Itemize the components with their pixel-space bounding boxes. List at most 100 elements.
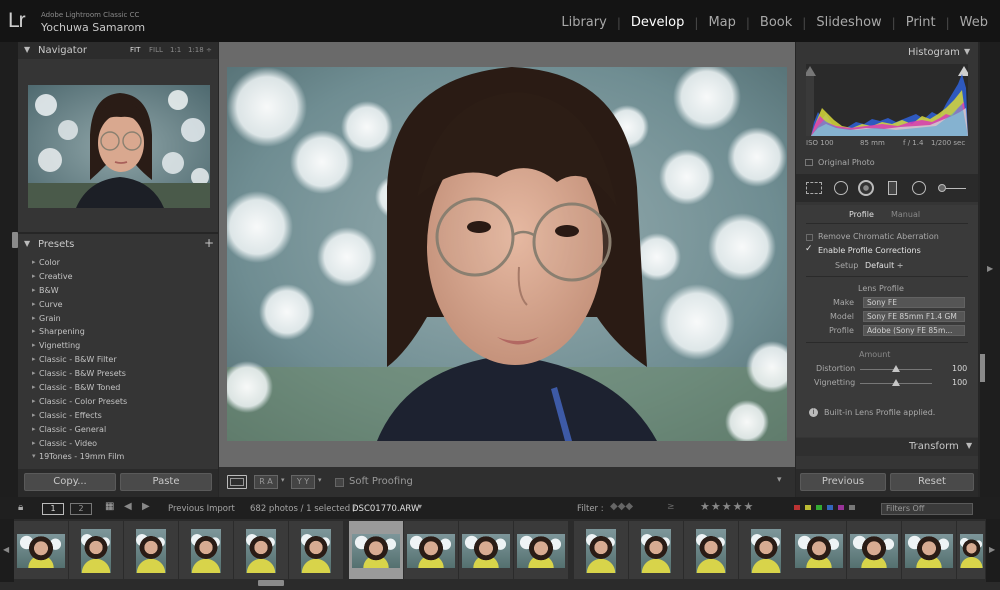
crop-overlay-icon[interactable]: [806, 182, 822, 194]
histogram-display[interactable]: [804, 64, 970, 136]
red-eye-icon[interactable]: [858, 180, 874, 196]
dropdown-arrow-icon[interactable]: ▾: [318, 476, 322, 484]
collapse-triangle-icon[interactable]: ▼: [24, 45, 30, 54]
preset-folder[interactable]: Classic - B&W Filter: [22, 353, 215, 367]
filmstrip-thumbnail[interactable]: [684, 521, 738, 579]
preset-folder[interactable]: B&W: [22, 284, 215, 298]
module-slideshow[interactable]: Slideshow: [806, 15, 891, 30]
preset-folder[interactable]: Classic - General: [22, 423, 215, 437]
filmstrip-thumbnail[interactable]: [179, 521, 233, 579]
filmstrip-thumbnail[interactable]: [574, 521, 628, 579]
lock-icon[interactable]: 🔒︎: [18, 502, 23, 513]
preset-folder[interactable]: Creative: [22, 270, 215, 284]
star-rating-filter[interactable]: ★★★★★: [700, 500, 754, 513]
filmstrip-thumbnail[interactable]: [69, 521, 123, 579]
vignetting-value[interactable]: 100: [952, 378, 967, 387]
filmstrip-thumbnail[interactable]: [514, 521, 568, 579]
transform-header[interactable]: Transform ▼: [796, 438, 978, 456]
navigator-header[interactable]: ▼ Navigator FIT FILL 1:1 1:18 ÷: [18, 42, 218, 59]
filmstrip-thumbnail[interactable]: [404, 521, 458, 579]
rating-filter-icon[interactable]: ≥: [667, 502, 675, 512]
filmstrip-thumbnail[interactable]: [629, 521, 683, 579]
source-label[interactable]: Previous Import: [168, 504, 235, 514]
module-book[interactable]: Book: [750, 15, 802, 30]
color-label-purple[interactable]: [838, 505, 844, 510]
flag-filter-icons[interactable]: ◆◆◆: [610, 501, 633, 512]
filmstrip-thumbnail[interactable]: [739, 521, 793, 579]
collapse-triangle-icon[interactable]: ▼: [964, 47, 970, 56]
make-select[interactable]: Sony FE: [863, 297, 965, 308]
model-select[interactable]: Sony FE 85mm F1.4 GM: [863, 311, 965, 322]
filmstrip-thumbnail[interactable]: [847, 521, 901, 579]
preset-folder[interactable]: Curve: [22, 298, 215, 312]
dropdown-arrow-icon[interactable]: ▾: [281, 476, 285, 484]
zoom-fill[interactable]: FILL: [149, 46, 163, 54]
window-1-button[interactable]: 1: [42, 503, 64, 515]
preset-folder[interactable]: Classic - B&W Toned: [22, 381, 215, 395]
filmstrip-thumbnail[interactable]: [14, 521, 68, 579]
main-photo[interactable]: [227, 67, 787, 441]
back-arrow-icon[interactable]: ◀: [124, 501, 132, 512]
zoom-fit[interactable]: FIT: [130, 46, 140, 54]
zoom-1-1[interactable]: 1:1: [170, 46, 181, 54]
right-panel-toggle-icon[interactable]: ▶: [987, 264, 993, 273]
checkmark-icon[interactable]: ✓: [805, 244, 813, 254]
distortion-slider-thumb[interactable]: [892, 365, 900, 372]
preset-folder[interactable]: Classic - Video: [22, 437, 215, 451]
setup-dropdown[interactable]: Default ÷: [865, 261, 903, 270]
window-2-button[interactable]: 2: [70, 503, 92, 515]
grid-view-icon[interactable]: ▦: [105, 501, 114, 512]
scroll-right-icon[interactable]: ▶: [989, 545, 995, 554]
preset-folder[interactable]: Classic - B&W Presets: [22, 367, 215, 381]
collapse-triangle-icon[interactable]: ▼: [966, 441, 972, 450]
presets-header[interactable]: ▼ Presets +: [18, 236, 218, 253]
zoom-custom[interactable]: 1:18 ÷: [188, 46, 212, 54]
filmstrip-thumbnail[interactable]: [234, 521, 288, 579]
module-map[interactable]: Map: [698, 15, 745, 30]
remove-ca-checkbox[interactable]: [806, 234, 813, 241]
filename-dropdown-icon[interactable]: ▾: [418, 502, 422, 511]
forward-arrow-icon[interactable]: ▶: [142, 501, 150, 512]
radial-filter-icon[interactable]: [912, 181, 926, 195]
toolbar-menu-icon[interactable]: ▾: [777, 475, 782, 485]
color-label-yellow[interactable]: [805, 505, 811, 510]
filmstrip-thumbnail[interactable]: [957, 521, 985, 579]
filmstrip-thumbnail[interactable]: [289, 521, 343, 579]
panel-scrollbar[interactable]: [980, 354, 985, 382]
copy-button[interactable]: Copy...: [24, 473, 116, 491]
module-print[interactable]: Print: [896, 15, 946, 30]
before-after-split-button[interactable]: Y Y: [291, 475, 315, 489]
tab-profile[interactable]: Profile: [849, 210, 874, 219]
color-label-green[interactable]: [816, 505, 822, 510]
preset-folder[interactable]: Color: [22, 256, 215, 270]
soft-proofing-checkbox[interactable]: [335, 478, 344, 487]
filter-presets-select[interactable]: Filters Off: [881, 503, 973, 515]
filmstrip-thumbnail[interactable]: [459, 521, 513, 579]
filmstrip-scrollbar[interactable]: [258, 580, 284, 586]
module-library[interactable]: Library: [551, 15, 616, 30]
collapse-triangle-icon[interactable]: ▼: [24, 239, 30, 248]
previous-button[interactable]: Previous: [800, 473, 886, 491]
color-label-none[interactable]: [849, 505, 855, 510]
module-web[interactable]: Web: [950, 15, 988, 30]
preset-folder-open[interactable]: 19Tones - 19mm Film: [22, 450, 215, 464]
module-develop[interactable]: Develop: [621, 15, 695, 30]
preset-folder[interactable]: Classic - Color Presets: [22, 395, 215, 409]
color-label-red[interactable]: [794, 505, 800, 510]
preset-folder[interactable]: Vignetting: [22, 339, 215, 353]
adjustment-brush-icon[interactable]: [938, 182, 968, 194]
preset-folder[interactable]: Classic - Effects: [22, 409, 215, 423]
filmstrip-thumbnail[interactable]: [124, 521, 178, 579]
spot-removal-icon[interactable]: [834, 181, 848, 195]
preset-folder[interactable]: Sharpening: [22, 325, 215, 339]
filmstrip-thumbnail[interactable]: [792, 521, 846, 579]
loupe-view-icon[interactable]: [227, 475, 247, 489]
preset-folder[interactable]: Grain: [22, 312, 215, 326]
add-preset-button[interactable]: +: [204, 236, 214, 250]
profile-select[interactable]: Adobe (Sony FE 85m...: [863, 325, 965, 336]
reset-button[interactable]: Reset: [890, 473, 974, 491]
filmstrip-thumbnail-selected[interactable]: [349, 521, 403, 579]
scroll-left-icon[interactable]: ◀: [3, 545, 9, 554]
distortion-value[interactable]: 100: [952, 364, 967, 373]
tab-manual[interactable]: Manual: [891, 210, 920, 219]
